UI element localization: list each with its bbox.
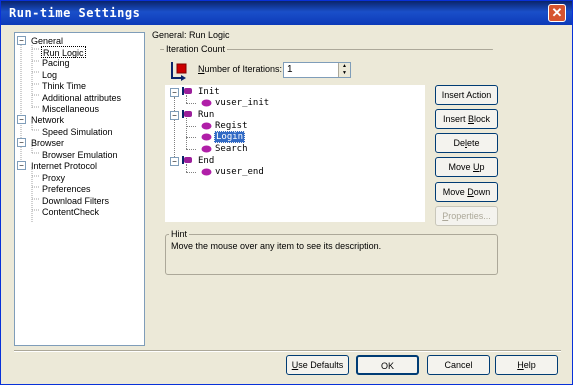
move-up-button[interactable]: Move Up — [435, 157, 498, 177]
cancel-button[interactable]: Cancel — [427, 355, 490, 375]
nav-item-pacing[interactable]: Pacing — [42, 57, 70, 69]
tree-line — [186, 118, 187, 149]
action-search-icon — [201, 145, 212, 153]
collapse-run-icon[interactable]: − — [170, 111, 179, 120]
properties-button[interactable]: Properties... — [435, 206, 498, 226]
run-time-settings-dialog: Run-time Settings ✕ General Run Logic Pa… — [0, 0, 573, 385]
tree-line — [186, 95, 187, 103]
tree-line — [174, 97, 175, 157]
iterations-value[interactable]: 1 — [287, 64, 293, 75]
action-regist-icon — [201, 122, 212, 130]
tree-line — [186, 137, 196, 138]
nav-item-think-time[interactable]: Think Time — [42, 80, 86, 92]
collapse-browser-icon[interactable]: − — [17, 138, 26, 147]
move-down-button[interactable]: Move Down — [435, 182, 498, 202]
insert-action-button[interactable]: Insert Action — [435, 85, 498, 105]
delete-button[interactable]: Delete — [435, 133, 498, 153]
panel-title: General: Run Logic — [152, 30, 230, 40]
collapse-init-icon[interactable]: − — [170, 88, 179, 97]
section-run-icon — [182, 110, 192, 118]
stepper-down-icon[interactable]: ▼ — [339, 70, 350, 77]
close-button[interactable]: ✕ — [548, 4, 566, 22]
collapse-end-icon[interactable]: − — [170, 157, 179, 166]
ok-button[interactable]: OK — [356, 355, 419, 375]
settings-nav-tree[interactable]: General Run Logic Pacing Log Think Time … — [14, 32, 145, 346]
nav-item-browser[interactable]: Browser — [31, 137, 64, 149]
action-login-icon — [201, 133, 212, 141]
insert-block-button[interactable]: Insert Block — [435, 109, 498, 129]
hint-text: Move the mouse over any item to see its … — [171, 241, 382, 251]
title-bar[interactable]: Run-time Settings ✕ — [1, 1, 572, 25]
nav-item-preferences[interactable]: Preferences — [42, 183, 91, 195]
tree-line — [186, 149, 196, 150]
tree-node-vuser-end[interactable]: vuser_end — [214, 166, 265, 178]
window-title: Run-time Settings — [9, 6, 141, 20]
stepper-arrows[interactable]: ▲ ▼ — [338, 63, 350, 77]
stepper-up-icon[interactable]: ▲ — [339, 63, 350, 70]
action-vuser-end-icon — [201, 168, 212, 176]
tree-node-run[interactable]: Run — [197, 109, 215, 121]
section-init-icon — [182, 87, 192, 95]
iterations-stepper[interactable]: 1 ▲ ▼ — [283, 62, 351, 78]
collapse-network-icon[interactable]: − — [17, 115, 26, 124]
iterations-label: Number of Iterations: — [198, 64, 283, 74]
hint-group-title: Hint — [169, 229, 190, 239]
footer-divider — [14, 350, 561, 352]
help-button[interactable]: Help — [495, 355, 558, 375]
use-defaults-button[interactable]: Use Defaults — [286, 355, 349, 375]
tree-line — [186, 164, 187, 172]
tree-node-search[interactable]: Search — [214, 143, 249, 155]
tree-line — [186, 126, 196, 127]
tree-node-end[interactable]: End — [197, 155, 215, 167]
run-logic-tree[interactable]: − Init vuser_init − Run Regist Login Sea… — [165, 85, 425, 222]
nav-item-contentcheck[interactable]: ContentCheck — [42, 206, 99, 218]
iteration-count-group-title: Iteration Count — [164, 44, 228, 54]
tree-node-login[interactable]: Login — [214, 131, 246, 143]
tree-line — [186, 103, 196, 104]
iteration-loop-icon — [171, 62, 187, 81]
collapse-internet-protocol-icon[interactable]: − — [17, 161, 26, 170]
section-end-icon — [182, 156, 192, 164]
tree-node-vuser-init[interactable]: vuser_init — [214, 97, 270, 109]
action-vuser-init-icon — [201, 99, 212, 107]
tree-line — [186, 172, 196, 173]
collapse-general-icon[interactable]: − — [17, 36, 26, 45]
nav-item-network[interactable]: Network — [31, 114, 64, 126]
nav-item-internet-protocol[interactable]: Internet Protocol — [31, 160, 97, 172]
